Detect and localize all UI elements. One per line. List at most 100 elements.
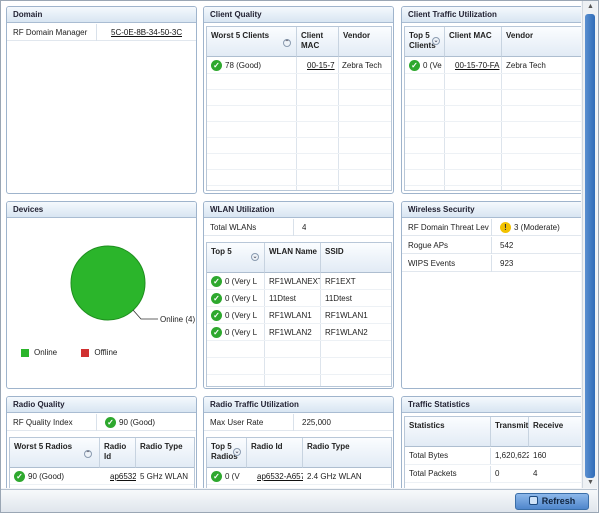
total-wlans-value: 4 xyxy=(302,223,307,232)
client-mac-link[interactable]: 00-15-7 xyxy=(307,58,338,74)
pie-slice-label: Online (4) xyxy=(160,315,195,324)
check-icon: ✓ xyxy=(105,417,116,429)
client-mac-link[interactable]: 00-15-70-FA xyxy=(455,58,501,74)
column-header-radio-id[interactable]: Radio Id xyxy=(100,438,136,468)
sort-icon[interactable]: ⌄ xyxy=(233,448,241,456)
column-header-worst-radios[interactable]: Worst 5 Radios ⌃ xyxy=(10,438,100,468)
rogue-aps-value: 542 xyxy=(500,241,514,250)
refresh-button[interactable]: Refresh xyxy=(515,493,589,510)
panel-title: Radio Traffic Utilization xyxy=(204,397,393,413)
client-traffic-panel: Client Traffic Utilization Top 5 Clients… xyxy=(401,6,581,194)
check-icon: ✓ xyxy=(211,310,222,322)
wlan-utilization-grid: Top 5 ⌄ WLAN Name SSID ✓ 0 (Very L RF1WLAN… xyxy=(206,242,392,387)
scroll-up-icon[interactable]: ▲ xyxy=(585,2,596,12)
quality-value: 78 (Good) xyxy=(225,61,262,70)
check-icon: ✓ xyxy=(211,60,222,72)
vendor-value: Zebra Tech xyxy=(506,61,546,70)
column-header-radio-id[interactable]: Radio Id xyxy=(247,438,303,468)
column-header-vendor[interactable]: Vendor xyxy=(339,27,391,57)
wireless-security-panel: Wireless Security RF Domain Threat Lev !… xyxy=(401,201,581,389)
total-wlans-row: Total WLANs 4 xyxy=(204,219,393,236)
column-header-statistics[interactable]: Statistics xyxy=(405,417,491,447)
table-row: Total Packets 0 4 xyxy=(405,466,581,483)
traffic-statistics-panel: Traffic Statistics Statistics Transmit R… xyxy=(401,396,581,488)
traffic-statistics-grid: Statistics Transmit Receive Total Bytes … xyxy=(404,416,581,488)
column-header-client-mac[interactable]: Client MAC xyxy=(297,27,339,57)
online-slice[interactable] xyxy=(70,245,146,321)
rf-domain-manager-link[interactable]: 5C-0E-8B-34-50-3C xyxy=(105,24,182,41)
wips-events-row: WIPS Events 923 xyxy=(402,255,581,272)
panel-title: Devices xyxy=(7,202,196,218)
column-header-client-mac[interactable]: Client MAC xyxy=(445,27,502,57)
column-header-worst-clients[interactable]: Worst 5 Clients ⌃ xyxy=(207,27,297,57)
column-header-ssid[interactable]: SSID xyxy=(321,243,391,273)
panel-title: Wireless Security xyxy=(402,202,581,218)
panel-title: Client Traffic Utilization xyxy=(402,7,581,23)
check-icon: ✓ xyxy=(211,293,222,305)
table-row[interactable]: ✓ 0 (Very L 11Dtest 11Dtest xyxy=(207,291,391,307)
column-header-top-5[interactable]: Top 5 ⌄ xyxy=(207,243,265,273)
table-row[interactable]: ✓ 0 (Very L RF1WLAN2 RF1WLAN2 xyxy=(207,325,391,341)
vertical-scrollbar[interactable]: ▲ ▼ xyxy=(582,1,597,488)
online-legend-swatch xyxy=(21,348,29,357)
table-row[interactable]: ✓ 78 (Good) 00-15-7 Zebra Tech xyxy=(207,58,391,74)
scrollbar-thumb[interactable] xyxy=(585,14,595,478)
scroll-down-icon[interactable]: ▼ xyxy=(585,478,596,488)
radio-traffic-grid: Top 5 Radios ⌄ Radio Id Radio Type ✓ 0 (V … xyxy=(206,437,392,488)
sort-icon[interactable]: ⌃ xyxy=(84,450,92,458)
warning-icon: ! xyxy=(500,222,511,234)
sort-icon[interactable]: ⌄ xyxy=(432,37,440,45)
panel-title: Radio Quality xyxy=(7,397,196,413)
column-header-transmit[interactable]: Transmit xyxy=(491,417,529,447)
row-label: Total WLANs xyxy=(204,219,294,236)
check-icon: ✓ xyxy=(14,471,25,483)
client-traffic-grid: Top 5 Clients ⌄ Client MAC Vendor ✓ 0 (Ve … xyxy=(404,26,581,191)
panel-title: Client Quality xyxy=(204,7,393,23)
wips-events-value: 923 xyxy=(500,259,514,268)
refresh-label: Refresh xyxy=(541,496,576,506)
column-header-receive[interactable]: Receive xyxy=(529,417,581,447)
client-quality-panel: Client Quality Worst 5 Clients ⌃ Client M… xyxy=(203,6,394,194)
threat-level-value: 3 (Moderate) xyxy=(514,223,560,232)
column-header-wlan-name[interactable]: WLAN Name xyxy=(265,243,321,273)
footer-bar: Refresh xyxy=(1,489,597,512)
rf-domain-manager-row: RF Domain Manager 5C-0E-8B-34-50-3C xyxy=(7,24,196,41)
offline-legend-swatch xyxy=(81,348,90,357)
wlan-utilization-panel: WLAN Utilization Total WLANs 4 Top 5 ⌄ WL… xyxy=(203,201,394,389)
devices-legend: Online Offline xyxy=(21,348,117,357)
table-row[interactable]: ✓ 90 (Good) ap6532 5 GHz WLAN xyxy=(10,469,194,485)
column-header-top-clients[interactable]: Top 5 Clients ⌄ xyxy=(405,27,445,57)
check-icon: ✓ xyxy=(211,327,222,339)
table-row[interactable]: ✓ 0 (Ve 00-15-70-FA Zebra Tech xyxy=(405,58,581,74)
utilization-value: 0 (Ve xyxy=(423,61,442,70)
radio-id-link[interactable]: ap6532-A657 xyxy=(257,469,303,485)
column-header-vendor[interactable]: Vendor xyxy=(502,27,581,57)
table-row[interactable]: ✓ 0 (V ap6532-A657 2.4 GHz WLAN xyxy=(207,469,391,485)
radio-id-link[interactable]: ap6532 xyxy=(110,469,136,485)
column-header-top-radios[interactable]: Top 5 Radios ⌄ xyxy=(207,438,247,468)
sort-icon[interactable]: ⌃ xyxy=(283,39,291,47)
radio-traffic-panel: Radio Traffic Utilization Max User Rate … xyxy=(203,396,394,488)
vendor-value: Zebra Tech xyxy=(342,61,382,70)
max-user-rate-value: 225,000 xyxy=(302,418,331,427)
threat-level-row: RF Domain Threat Lev ! 3 (Moderate) xyxy=(402,219,581,236)
column-header-radio-type[interactable]: Radio Type xyxy=(303,438,391,468)
domain-panel: Domain RF Domain Manager 5C-0E-8B-34-50-… xyxy=(6,6,197,194)
row-label: RF Domain Manager xyxy=(7,24,97,41)
sort-icon[interactable]: ⌄ xyxy=(251,253,259,261)
rf-quality-index-value: 90 (Good) xyxy=(119,418,156,427)
check-icon: ✓ xyxy=(409,60,420,72)
check-icon: ✓ xyxy=(211,276,222,288)
rf-quality-index-row: RF Quality Index ✓ 90 (Good) xyxy=(7,414,196,431)
legend-online-label: Online xyxy=(34,348,58,357)
table-row[interactable]: ✓ 0 (Very L RF1WLAN1 RF1WLAN1 xyxy=(207,308,391,324)
column-header-radio-type[interactable]: Radio Type xyxy=(136,438,194,468)
panel-title: Domain xyxy=(7,7,196,23)
devices-pie-chart: Online (4) xyxy=(70,245,195,324)
rogue-aps-row: Rogue APs 542 xyxy=(402,237,581,254)
table-row[interactable]: ✓ 0 (Very L RF1WLANEXT RF1EXT xyxy=(207,274,391,290)
refresh-icon xyxy=(528,496,538,505)
legend-offline-label: Offline xyxy=(94,348,118,357)
table-row: Total Bytes 1,620,622 160 xyxy=(405,448,581,465)
radio-quality-grid: Worst 5 Radios ⌃ Radio Id Radio Type ✓ 90 … xyxy=(9,437,195,488)
